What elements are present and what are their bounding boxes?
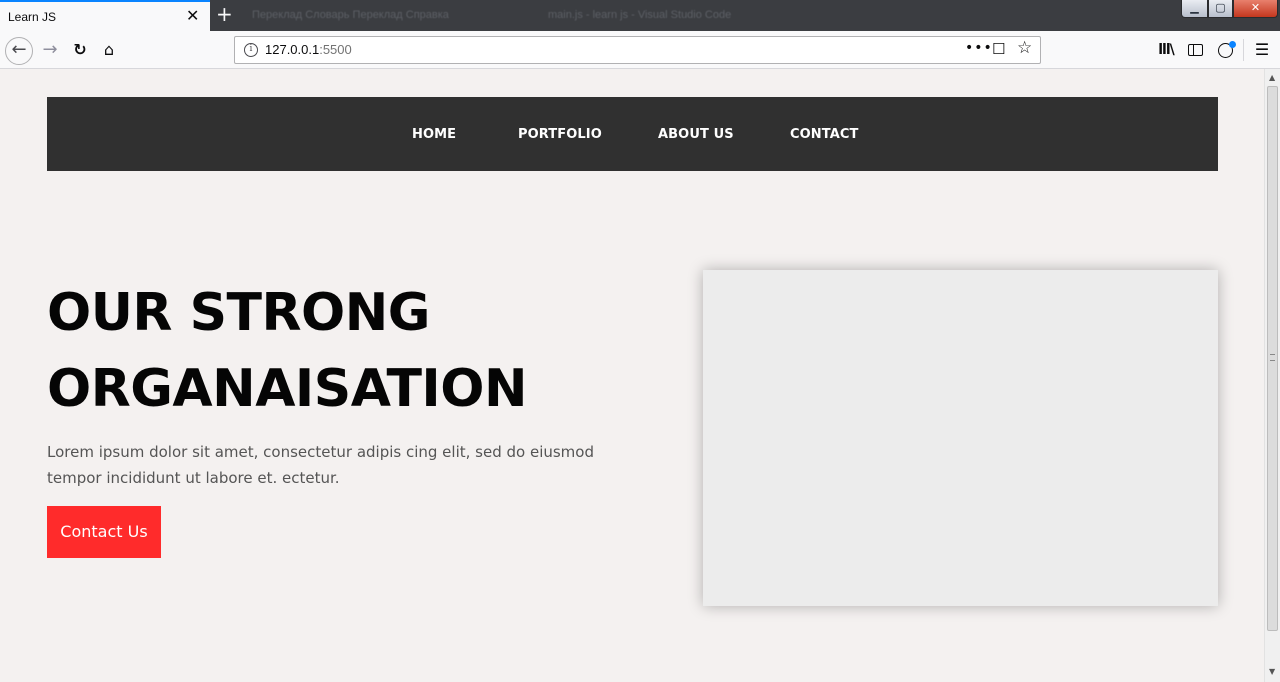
new-tab-button[interactable]: + xyxy=(216,3,233,25)
url-port: :5500 xyxy=(319,42,352,57)
library-icon[interactable]: lll\ xyxy=(1154,38,1178,62)
url-bar[interactable]: i 127.0.0.1:5500 ••• ☐ ☆ xyxy=(234,36,1041,64)
back-button[interactable]: ← xyxy=(5,37,33,65)
hero-title: OUR STRONG ORGANAISATION xyxy=(47,275,667,427)
nav-link-contact[interactable]: CONTACT xyxy=(790,127,859,142)
url-text[interactable]: 127.0.0.1:5500 xyxy=(265,42,352,57)
background-tabs: Переклад Словарь Переклад Справка xyxy=(252,9,449,21)
tab-learn-js[interactable]: Learn JS ✕ xyxy=(0,0,210,31)
reload-button[interactable]: ↻ xyxy=(68,38,92,62)
browser-toolbar: ← → ↻ ⌂ i 127.0.0.1:5500 ••• ☐ ☆ lll\ ☰ xyxy=(0,31,1280,69)
nav-link-portfolio[interactable]: PORTFOLIO xyxy=(518,127,602,142)
minimize-icon: ▁ xyxy=(1190,1,1199,14)
scroll-up-icon[interactable]: ▲ xyxy=(1269,73,1275,82)
page-viewport: HOME PORTFOLIO ABOUT US CONTACT OUR STRO… xyxy=(0,69,1264,682)
hero-title-line-1: OUR STRONG xyxy=(47,283,430,343)
tab-close-icon[interactable]: ✕ xyxy=(186,7,199,25)
page-actions-icon[interactable]: ••• xyxy=(965,40,993,56)
pocket-icon[interactable]: ☐ xyxy=(992,40,1005,58)
minimize-button[interactable]: ▁ xyxy=(1181,0,1208,18)
scrollbar-thumb[interactable] xyxy=(1267,86,1278,631)
scrollbar-grip xyxy=(1270,354,1275,361)
sidebar-icon[interactable] xyxy=(1183,38,1207,62)
nav-link-about-us[interactable]: ABOUT US xyxy=(658,127,734,142)
url-host: 127.0.0.1 xyxy=(265,42,320,57)
tab-title: Learn JS xyxy=(8,10,57,24)
site-navigation: HOME PORTFOLIO ABOUT US CONTACT xyxy=(47,97,1218,171)
close-icon: ✕ xyxy=(1250,1,1261,14)
hero-description: Lorem ipsum dolor sit amet, consectetur … xyxy=(47,443,594,487)
hero-image-placeholder xyxy=(703,270,1218,606)
toolbar-divider xyxy=(1243,39,1244,61)
account-icon[interactable] xyxy=(1213,38,1237,62)
maximize-button[interactable]: ▢ xyxy=(1208,0,1233,18)
bookmark-star-icon[interactable]: ☆ xyxy=(1017,38,1032,58)
scroll-down-icon[interactable]: ▼ xyxy=(1269,667,1275,676)
site-info-icon[interactable]: i xyxy=(244,43,258,57)
window-title: main.js - learn js - Visual Studio Code xyxy=(548,9,732,21)
close-window-button[interactable]: ✕ xyxy=(1233,0,1278,18)
home-button[interactable]: ⌂ xyxy=(97,38,121,62)
hero-title-line-2: ORGANAISATION xyxy=(47,359,527,419)
nav-link-home[interactable]: HOME xyxy=(412,127,456,142)
contact-us-button[interactable]: Contact Us xyxy=(47,506,161,558)
browser-titlebar: Learn JS ✕ + Переклад Словарь Переклад С… xyxy=(0,0,1280,31)
vertical-scrollbar[interactable]: ▲ ▼ xyxy=(1264,69,1280,682)
forward-button[interactable]: → xyxy=(38,38,62,62)
hamburger-menu-icon[interactable]: ☰ xyxy=(1250,38,1274,62)
maximize-icon: ▢ xyxy=(1215,1,1226,14)
